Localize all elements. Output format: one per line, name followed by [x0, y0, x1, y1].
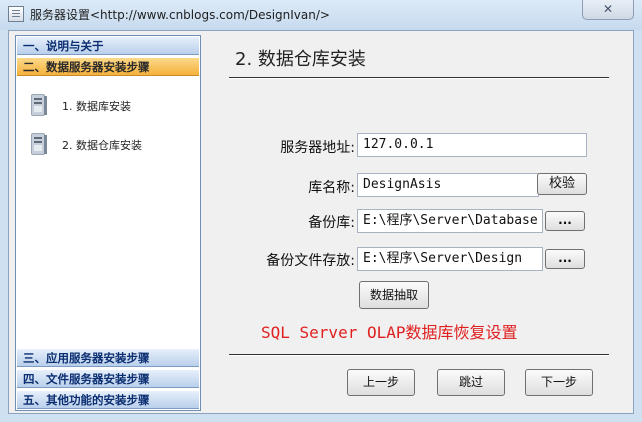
sidebar-item-label: 2. 数据仓库安装 — [62, 139, 142, 152]
sidebar-section-data-server[interactable]: 二、数据服务器安装步骤 — [17, 57, 199, 76]
browse-backup-storage-button[interactable]: ... — [545, 249, 585, 269]
backup-db-label: 备份库: — [308, 215, 355, 231]
sidebar-item-database-install[interactable]: 1. 数据库安装 — [26, 92, 196, 118]
sidebar-section-about[interactable]: 一、说明与关于 — [17, 36, 199, 55]
backup-storage-label: 备份文件存放: — [266, 253, 355, 269]
window-client: 一、说明与关于 二、数据服务器安装步骤 1. 数据库安装 2. 数据仓库安装 三… — [8, 30, 634, 414]
database-server-icon — [31, 133, 47, 155]
title-bar: 服务器设置<http://www.cnblogs.com/DesignIvan/… — [0, 0, 642, 30]
backup-storage-input[interactable]: E:\程序\Server\Design — [357, 247, 543, 271]
prev-step-button[interactable]: 上一步 — [347, 369, 415, 396]
backup-db-input[interactable]: E:\程序\Server\Database — [357, 209, 543, 233]
server-address-input[interactable]: 127.0.0.1 — [357, 133, 587, 157]
close-button[interactable]: ✕ — [582, 0, 634, 20]
sidebar-section-file-server[interactable]: 四、文件服务器安装步骤 — [17, 369, 199, 388]
olap-restore-note: SQL Server OLAP数据库恢复设置 — [261, 323, 518, 342]
server-address-label: 服务器地址: — [280, 140, 355, 156]
page-title: 2. 数据仓库安装 — [235, 49, 366, 70]
footer-divider — [229, 354, 609, 356]
validate-button[interactable]: 校验 — [537, 173, 587, 195]
browse-backup-db-button[interactable]: ... — [545, 211, 585, 231]
app-icon — [8, 6, 24, 22]
sidebar-section-other[interactable]: 五、其他功能的安装步骤 — [17, 390, 199, 409]
db-name-input[interactable]: DesignAsis — [357, 173, 539, 197]
sidebar-item-label: 1. 数据库安装 — [62, 100, 131, 113]
next-step-button[interactable]: 下一步 — [525, 369, 593, 396]
db-name-label: 库名称: — [308, 180, 355, 196]
skip-button[interactable]: 跳过 — [437, 369, 505, 396]
database-server-icon — [31, 94, 47, 116]
sidebar: 一、说明与关于 二、数据服务器安装步骤 1. 数据库安装 2. 数据仓库安装 三… — [15, 35, 201, 411]
sidebar-section-app-server[interactable]: 三、应用服务器安装步骤 — [17, 348, 199, 367]
extract-data-button[interactable]: 数据抽取 — [359, 281, 429, 309]
window-title: 服务器设置<http://www.cnblogs.com/DesignIvan/… — [30, 8, 330, 22]
title-divider — [229, 77, 609, 79]
sidebar-item-warehouse-install[interactable]: 2. 数据仓库安装 — [26, 131, 196, 157]
